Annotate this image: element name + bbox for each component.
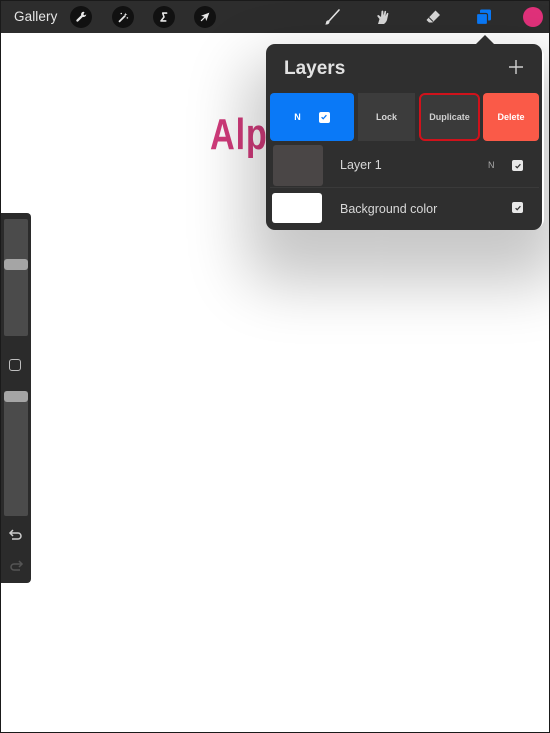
undo-button[interactable] (8, 528, 24, 542)
checkmark-icon (321, 114, 328, 120)
smudge-button[interactable] (371, 6, 393, 28)
layer-swipe-actions: N Lock Duplicate Delete (270, 93, 539, 141)
checkmark-icon (514, 163, 521, 169)
layers-icon (475, 9, 491, 26)
visibility-checkbox[interactable] (512, 160, 523, 171)
layers-panel: Layers N Lock Duplicate Delete Layer 1 N (266, 35, 542, 232)
plus-icon (509, 60, 523, 74)
color-picker-button[interactable] (523, 7, 543, 27)
brush-size-slider[interactable] (4, 219, 28, 336)
modify-button[interactable] (9, 359, 21, 371)
app-window: Gallery Alp Layers N Lock Duplicate Dele… (0, 0, 550, 733)
delete-button[interactable]: Delete (483, 93, 539, 141)
brush-size-handle[interactable] (4, 259, 28, 271)
layer-name: Background color (340, 202, 438, 216)
layer-row-background[interactable]: Background color (270, 189, 539, 232)
eraser-icon (426, 10, 440, 23)
layer-name: Layer 1 (340, 158, 382, 172)
undo-icon (8, 529, 22, 540)
left-sidebar (1, 213, 31, 583)
visibility-checkbox[interactable] (318, 111, 330, 123)
blend-mode-label[interactable]: N (294, 112, 301, 122)
eraser-button[interactable] (422, 6, 444, 28)
opacity-slider[interactable] (4, 391, 28, 516)
transform-button[interactable] (194, 6, 216, 28)
duplicate-button[interactable]: Duplicate (419, 93, 480, 141)
redo-button[interactable] (8, 559, 24, 573)
layers-button[interactable] (473, 6, 495, 28)
blend-mode-button[interactable]: N (488, 160, 495, 170)
panel-title: Layers (284, 58, 346, 79)
wrench-icon (76, 11, 87, 22)
lock-button[interactable]: Lock (358, 93, 415, 141)
layer-thumbnail (273, 145, 323, 186)
background-color-swatch[interactable] (272, 193, 322, 223)
selection-s-icon (160, 12, 168, 22)
visibility-checkbox[interactable] (512, 202, 523, 213)
checkmark-icon (514, 205, 521, 211)
selection-button[interactable] (153, 6, 175, 28)
brush-icon (324, 9, 340, 25)
arrow-cursor-icon (200, 12, 210, 22)
selected-layer-row[interactable]: N (270, 93, 354, 141)
adjustments-button[interactable] (112, 6, 134, 28)
smudge-finger-icon (377, 10, 389, 24)
magic-wand-icon (118, 12, 129, 23)
redo-icon (10, 560, 24, 571)
gallery-button[interactable]: Gallery (14, 9, 57, 24)
actions-button[interactable] (70, 6, 92, 28)
layer-row[interactable]: Layer 1 N (270, 144, 539, 188)
canvas-text: Alp (210, 110, 268, 159)
popover-arrow (475, 35, 495, 45)
add-layer-button[interactable] (506, 57, 526, 77)
opacity-handle[interactable] (4, 391, 28, 402)
top-toolbar: Gallery (1, 1, 549, 33)
brush-button[interactable] (321, 6, 343, 28)
